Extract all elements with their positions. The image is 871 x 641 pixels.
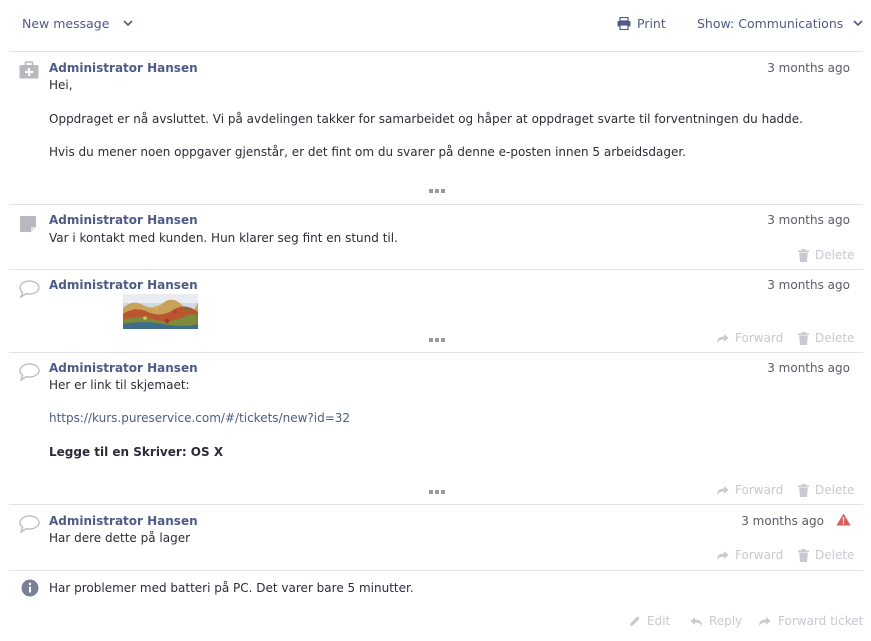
- communication-entry: Administrator Hansen 3 months ago Var i …: [0, 205, 871, 269]
- forward-arrow-icon: [758, 616, 772, 627]
- delete-button[interactable]: Delete: [798, 548, 854, 562]
- trash-icon: [798, 248, 809, 262]
- message-line: Har dere dette på lager: [49, 531, 191, 545]
- edit-button[interactable]: Edit: [629, 614, 670, 628]
- forward-arrow-icon: [716, 550, 729, 561]
- forward-button[interactable]: Forward: [716, 331, 783, 345]
- forward-ticket-label: Forward ticket: [778, 614, 864, 628]
- forward-button[interactable]: Forward: [716, 548, 783, 562]
- delete-label: Delete: [815, 548, 855, 562]
- warning-icon[interactable]: [836, 513, 851, 529]
- delete-label: Delete: [815, 331, 855, 345]
- forward-arrow-icon: [716, 333, 729, 344]
- author-name[interactable]: Administrator Hansen: [49, 361, 198, 375]
- speech-bubble-icon: [19, 363, 40, 383]
- print-label: Print: [637, 16, 666, 31]
- new-message-label: New message: [22, 16, 110, 31]
- communication-entry: Administrator Hansen 3 months ago Hei, O…: [0, 52, 871, 204]
- pencil-icon: [629, 615, 641, 627]
- speech-bubble-icon: [19, 515, 40, 535]
- note-icon: [19, 215, 39, 235]
- communication-entry: Administrator Hansen 3 months ago Her er…: [0, 353, 871, 504]
- author-name[interactable]: Administrator Hansen: [49, 61, 198, 75]
- message-line: Hei,: [49, 78, 73, 92]
- form-link[interactable]: https://kurs.pureservice.com/#/tickets/n…: [49, 411, 350, 425]
- image-attachment[interactable]: [123, 294, 198, 329]
- message-line: Var i kontakt med kunden. Hun klarer seg…: [49, 231, 398, 245]
- forward-button[interactable]: Forward: [716, 483, 783, 497]
- author-name[interactable]: Administrator Hansen: [49, 213, 198, 227]
- expand-ellipsis-icon[interactable]: [429, 338, 445, 343]
- edit-label: Edit: [647, 614, 671, 628]
- timestamp: 3 months ago: [767, 61, 850, 75]
- trash-icon: [798, 483, 809, 497]
- message-line: Her er link til skjemaet:: [49, 378, 190, 392]
- info-icon: [21, 579, 41, 599]
- chevron-down-icon: [123, 20, 133, 27]
- trash-icon: [798, 548, 809, 562]
- delete-label: Delete: [815, 248, 855, 262]
- author-name[interactable]: Administrator Hansen: [49, 514, 198, 528]
- forward-label: Forward: [735, 548, 784, 562]
- message-line: Hvis du mener noen oppgaver gjenstår, er…: [49, 145, 686, 159]
- forward-label: Forward: [735, 331, 784, 345]
- reply-arrow-icon: [689, 616, 703, 627]
- delete-label: Delete: [815, 483, 855, 497]
- communication-entry: Administrator Hansen 3 months ago Har de…: [0, 505, 871, 570]
- toolbar: New message Print Show: Communications: [0, 0, 871, 50]
- timestamp: 3 months ago: [767, 278, 850, 292]
- timestamp: 3 months ago: [741, 514, 824, 528]
- author-name[interactable]: Administrator Hansen: [49, 278, 198, 292]
- printer-icon: [617, 17, 631, 30]
- delete-button[interactable]: Delete: [798, 483, 854, 497]
- forward-ticket-button[interactable]: Forward ticket: [758, 614, 863, 628]
- timestamp: 3 months ago: [767, 361, 850, 375]
- forward-arrow-icon: [716, 485, 729, 496]
- message-line: Oppdraget er nå avsluttet. Vi på avdelin…: [49, 112, 803, 126]
- reply-label: Reply: [709, 614, 743, 628]
- trash-icon: [798, 331, 809, 345]
- show-filter-dropdown[interactable]: Show: Communications: [697, 16, 863, 31]
- show-filter-label: Show: Communications: [697, 16, 844, 31]
- expand-ellipsis-icon[interactable]: [429, 189, 445, 194]
- bold-message-line: Legge til en Skriver: OS X: [49, 445, 224, 459]
- chevron-down-icon: [853, 20, 863, 27]
- forward-label: Forward: [735, 483, 784, 497]
- description-text: Har problemer med batteri på PC. Det var…: [49, 581, 414, 595]
- expand-ellipsis-icon[interactable]: [429, 490, 445, 495]
- speech-bubble-icon: [19, 280, 40, 300]
- delete-button[interactable]: Delete: [798, 331, 854, 345]
- reply-button[interactable]: Reply: [689, 614, 742, 628]
- print-button[interactable]: Print: [617, 16, 666, 31]
- new-message-dropdown[interactable]: New message: [22, 16, 133, 31]
- ticket-description: Har problemer med batteri på PC. Det var…: [0, 571, 871, 641]
- medical-case-icon: [19, 61, 39, 81]
- timestamp: 3 months ago: [767, 213, 850, 227]
- communication-entry: Administrator Hansen 3 months ago Forwar…: [0, 270, 871, 352]
- delete-button[interactable]: Delete: [798, 248, 854, 262]
